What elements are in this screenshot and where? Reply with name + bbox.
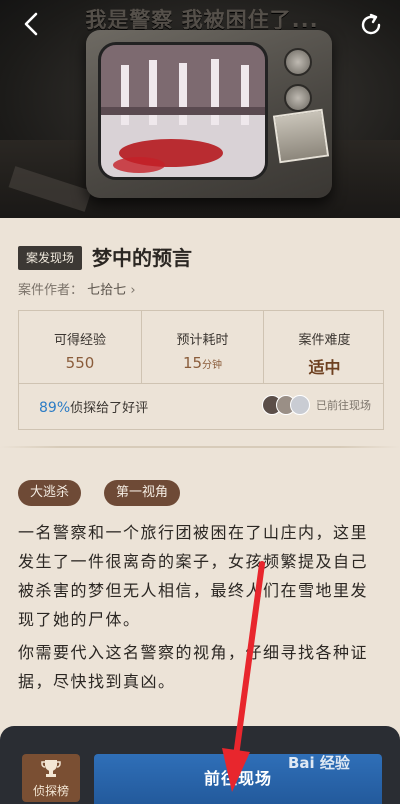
- stats-panel: 可得经验 550 预计耗时 15分钟 案件难度 适中 89%侦探给了好评 已前往…: [18, 310, 384, 430]
- avatar: [290, 395, 310, 415]
- stat-difficulty: 案件难度 适中: [263, 311, 385, 383]
- author-label: 案件作者：: [18, 283, 84, 298]
- hero-banner: 我是警察 我被困住了...: [0, 0, 400, 218]
- pinned-photo: [272, 108, 330, 164]
- rating-percent: 89%: [39, 400, 71, 416]
- case-description: 一名警察和一个旅行团被困在了山庄内，这里发生了一件很离奇的案子，女孩频繁提及自己…: [18, 518, 384, 696]
- author-name: 七拾七: [87, 283, 127, 298]
- back-arrow-icon[interactable]: [18, 10, 46, 38]
- stat-duration: 预计耗时 15分钟: [141, 311, 263, 383]
- stat-value: 550: [65, 354, 95, 372]
- tv-illustration: [86, 30, 332, 198]
- description-paragraph: 你需要代入这名警察的视角，仔细寻找各种证据，尽快找到真凶。: [18, 643, 369, 691]
- genre-tag[interactable]: 大逃杀: [18, 480, 82, 506]
- visitors-row[interactable]: 已前往现场: [262, 393, 371, 417]
- stat-label: 预计耗时: [176, 333, 229, 348]
- author-link[interactable]: 案件作者： 七拾七 ›: [18, 279, 136, 298]
- case-title: 梦中的预言: [92, 246, 192, 270]
- section-divider: [0, 446, 400, 448]
- description-paragraph: 一名警察和一个旅行团被困在了山庄内，这里发生了一件很离奇的案子，女孩频繁提及自己…: [18, 523, 369, 629]
- divider: [19, 383, 383, 384]
- stat-value: 15: [182, 354, 203, 372]
- stat-value: 适中: [308, 358, 341, 377]
- stat-unit: 分钟: [202, 360, 223, 371]
- chevron-right-icon: ›: [130, 283, 136, 298]
- rating-summary: 89%侦探给了好评: [39, 397, 148, 416]
- leaderboard-label: 侦探榜: [32, 784, 69, 798]
- rating-text: 侦探给了好评: [70, 401, 149, 416]
- case-detail: 案发现场 梦中的预言 案件作者： 七拾七 › 可得经验 550 预计耗时 15分…: [0, 218, 400, 804]
- case-tag: 案发现场: [18, 246, 83, 270]
- share-icon[interactable]: [358, 12, 384, 38]
- stat-label: 案件难度: [298, 333, 351, 348]
- leaderboard-button[interactable]: 侦探榜: [22, 754, 80, 802]
- tv-knob-icon: [284, 48, 312, 76]
- visitors-text: 已前往现场: [316, 399, 371, 412]
- trophy-icon: [41, 760, 61, 777]
- tv-knob-icon: [284, 84, 312, 112]
- tv-screen-image: [98, 42, 268, 180]
- genre-tag[interactable]: 第一视角: [104, 480, 181, 506]
- stat-value-row: 15分钟: [142, 354, 263, 372]
- stat-label: 可得经验: [53, 333, 106, 348]
- watermark-logo: Bai 经验: [288, 754, 350, 772]
- stat-experience: 可得经验 550: [19, 311, 141, 383]
